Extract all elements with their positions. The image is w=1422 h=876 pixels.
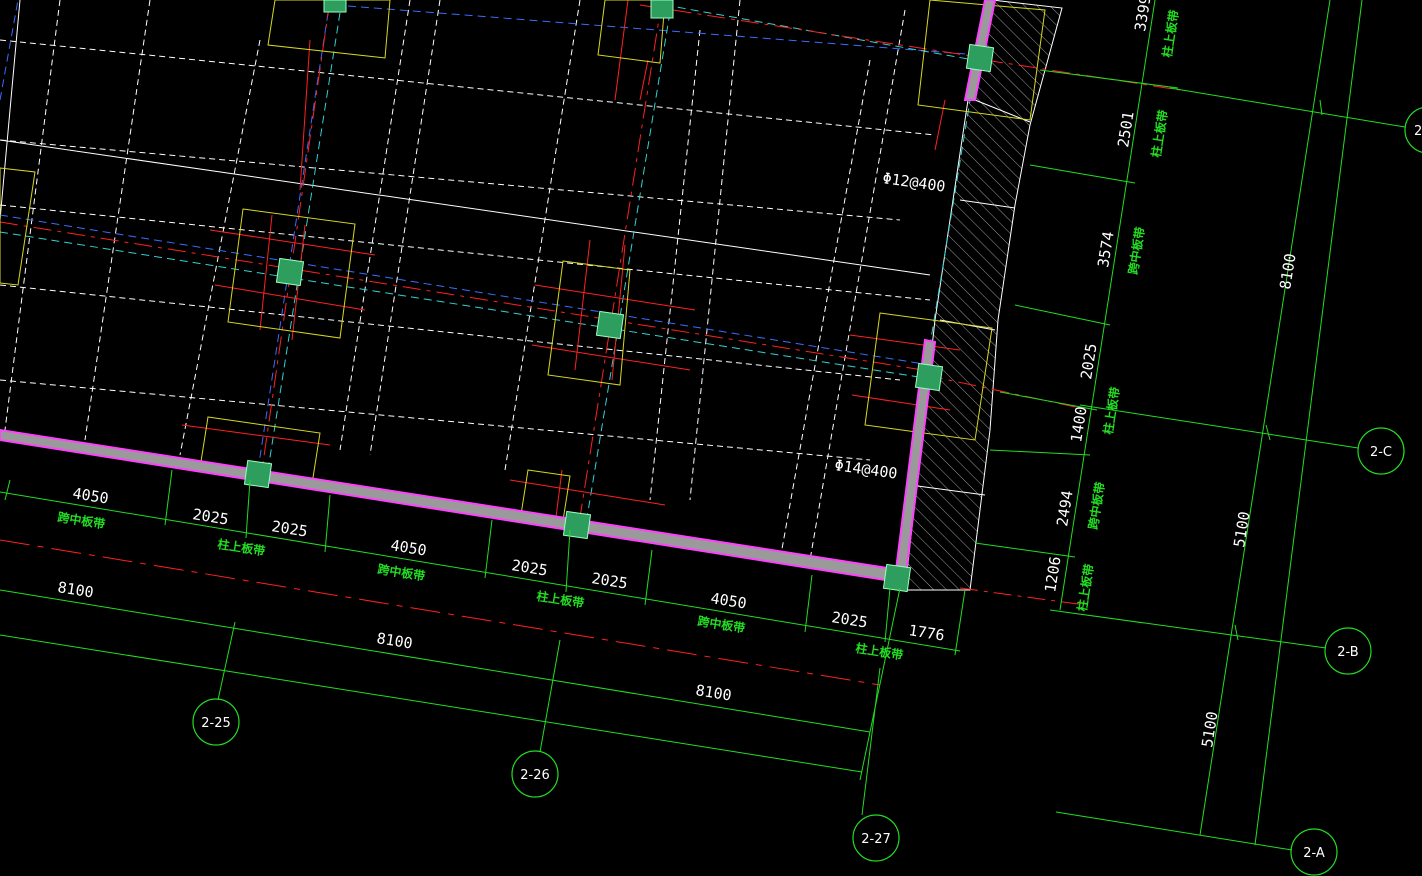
dim-text: 8100 bbox=[56, 578, 94, 601]
dim-text: 8100 bbox=[694, 681, 732, 704]
grid-bubble-label: 2-C bbox=[1370, 445, 1392, 460]
grid-bubble-label: 2-27 bbox=[861, 832, 891, 847]
band-label: 跨中板带 bbox=[1085, 481, 1107, 531]
grid-bubble-2-27[interactable]: 2-27 bbox=[852, 814, 900, 862]
grid-bubble-2-B[interactable]: 2-B bbox=[1324, 627, 1372, 675]
grid-bubble-label: 2-26 bbox=[520, 768, 550, 783]
bottom-band-labels: 跨中板带 柱上板带 跨中板带 柱上板带 跨中板带 柱上板带 bbox=[57, 509, 905, 662]
dim-text: 4050 bbox=[389, 536, 427, 559]
dim-text: 8100 bbox=[1276, 252, 1299, 290]
band-label: 跨中板带 bbox=[1125, 226, 1147, 276]
dim-text: 2025 bbox=[510, 556, 548, 579]
band-label: 柱上板带 bbox=[217, 536, 267, 558]
dim-text: 1776 bbox=[907, 621, 945, 644]
dim-text: 5100 bbox=[1230, 510, 1253, 548]
dim-text: 2501 bbox=[1114, 110, 1137, 148]
band-label: 柱上板带 bbox=[1074, 563, 1096, 613]
slab-edge-lines bbox=[0, 0, 931, 276]
band-label: 柱上板带 bbox=[855, 640, 905, 662]
beam-cyan-dashed bbox=[0, 0, 986, 531]
rebar-note-upper: Φ12@400 bbox=[881, 169, 946, 196]
grid-bubble-2-C[interactable]: 2-C bbox=[1357, 427, 1405, 475]
band-label: 跨中板带 bbox=[377, 561, 427, 583]
band-label: 跨中板带 bbox=[697, 613, 747, 635]
dim-text: 4050 bbox=[71, 484, 109, 507]
grid-bubble-label: 2-25 bbox=[201, 716, 231, 731]
grid-bubble-label: 2 bbox=[1414, 124, 1422, 139]
grid-bubble-2-26[interactable]: 2-26 bbox=[511, 750, 559, 798]
columns bbox=[243, 0, 995, 593]
grid-bubble-label: 2-A bbox=[1303, 846, 1325, 861]
grid-bubble-label: 2-B bbox=[1337, 645, 1358, 660]
dim-text: 5100 bbox=[1198, 710, 1221, 748]
dim-text: 8100 bbox=[375, 629, 413, 652]
rebar-note-lower: Φ14@400 bbox=[833, 456, 898, 483]
band-label: 跨中板带 bbox=[57, 509, 107, 531]
hatched-wall-region bbox=[904, 0, 1063, 591]
band-label: 柱上板带 bbox=[1148, 109, 1170, 159]
dim-text: 1206 bbox=[1041, 555, 1064, 593]
grid-bubble-2[interactable]: 2 bbox=[1404, 107, 1422, 153]
band-label: 柱上板带 bbox=[1159, 9, 1181, 59]
dim-text: 2025 bbox=[830, 608, 868, 631]
slab-strip-dashed-lines bbox=[0, 0, 936, 561]
beam-blue-dashed bbox=[0, 0, 981, 471]
column-capitals bbox=[0, 0, 1046, 528]
dim-text: 4050 bbox=[709, 589, 747, 612]
right-band-labels: 柱上板带 柱上板带 跨中板带 柱上板带 跨中板带 柱上板带 bbox=[1074, 9, 1181, 613]
right-dimensions: 3399 2501 3574 2025 1400 2494 1206 8100 … bbox=[1041, 0, 1299, 749]
grid-bubble-2-A[interactable]: 2-A bbox=[1290, 828, 1338, 876]
dim-text: 2025 bbox=[590, 569, 628, 592]
cad-drawing-canvas[interactable]: Φ12@400 Φ14@400 2-25 2-26 2-27 2-A 2-B 2… bbox=[0, 0, 1422, 876]
grid-bubble-2-25[interactable]: 2-25 bbox=[192, 698, 240, 746]
dim-text: 2025 bbox=[270, 517, 308, 540]
dim-text: 2494 bbox=[1053, 489, 1076, 527]
band-label: 柱上板带 bbox=[536, 588, 586, 610]
